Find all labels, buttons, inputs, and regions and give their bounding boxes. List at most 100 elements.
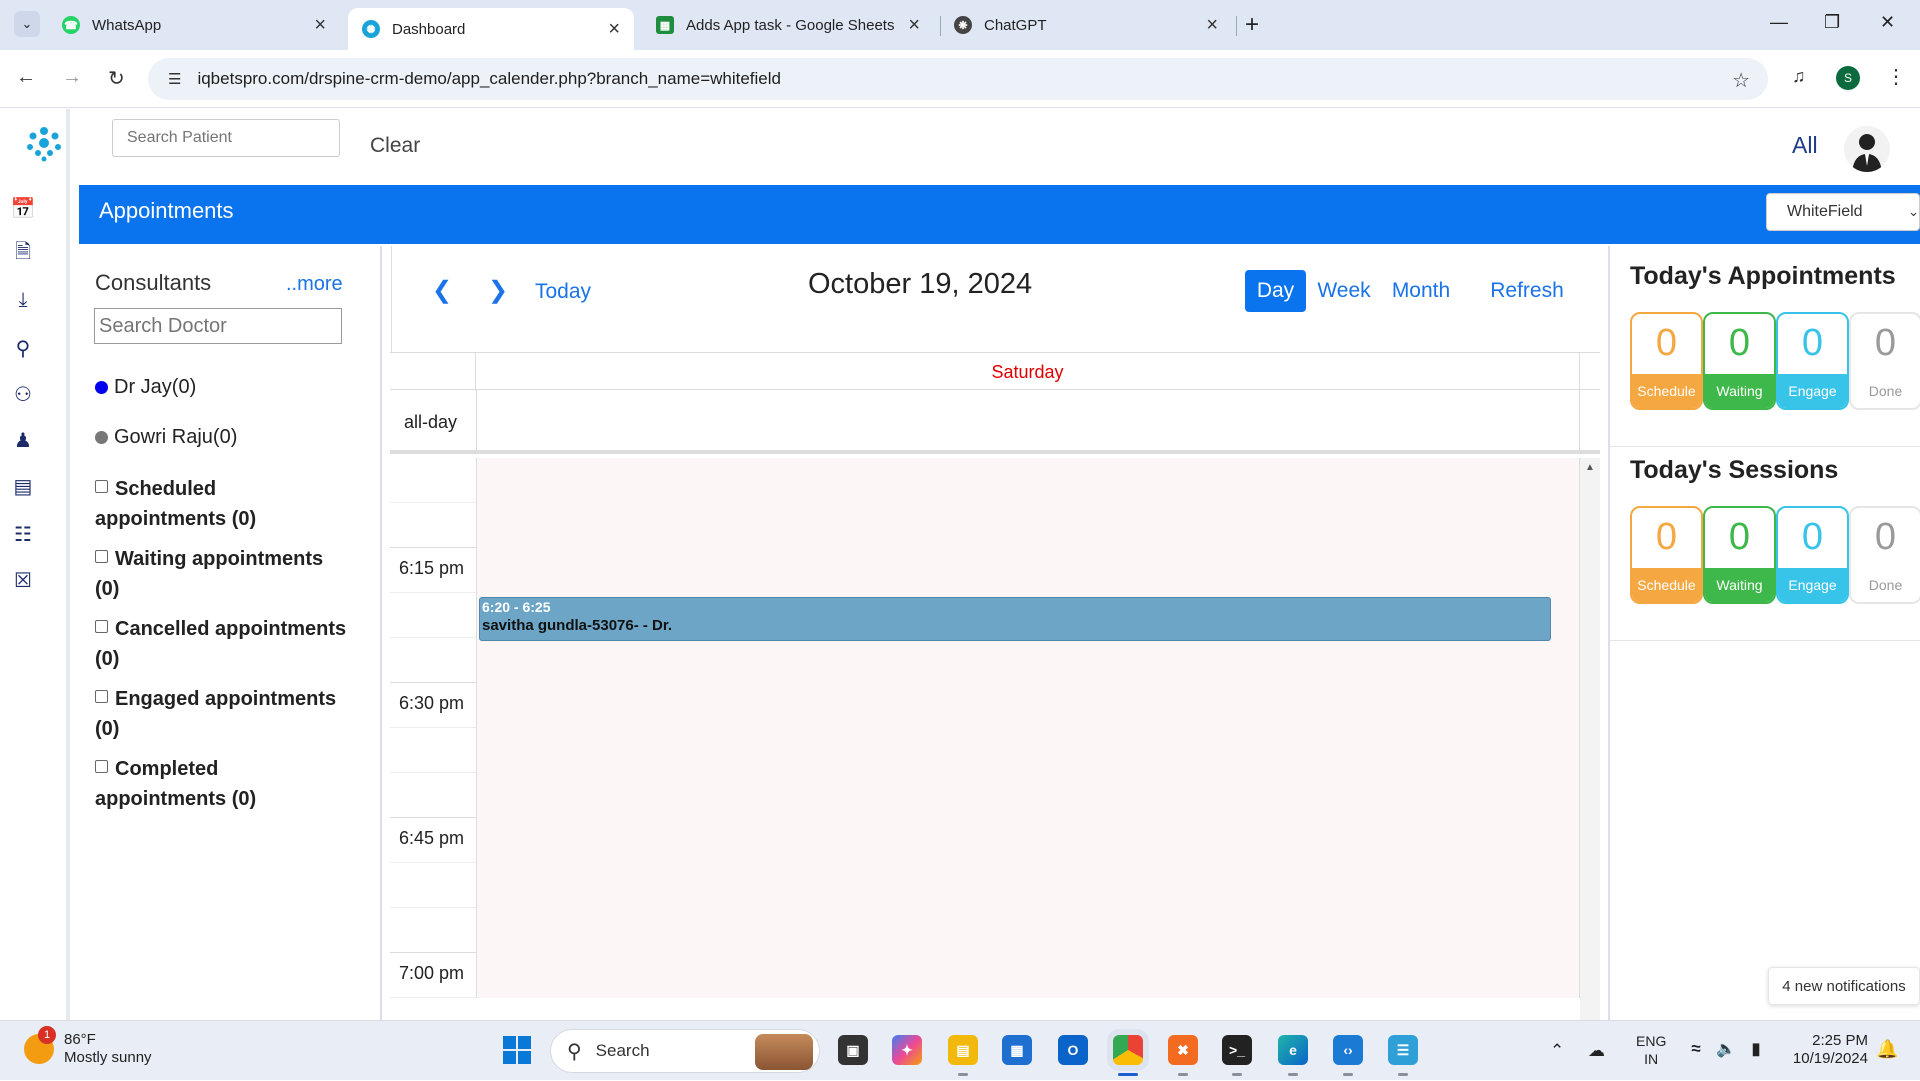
close-tab-icon[interactable]: × <box>314 14 326 37</box>
view-day-button[interactable]: Day <box>1245 270 1306 312</box>
scroll-up-arrow-icon[interactable]: ▲ <box>1585 462 1595 473</box>
url-text[interactable]: iqbetspro.com/drspine-crm-demo/app_calen… <box>197 69 781 89</box>
filter-scheduled[interactable]: Scheduled appointments (0) <box>95 474 351 534</box>
minimize-icon[interactable]: — <box>1770 12 1788 33</box>
prev-arrow-icon[interactable]: ❮ <box>432 276 452 305</box>
view-week-button[interactable]: Week <box>1312 270 1376 312</box>
task-view-icon[interactable]: ▣ <box>838 1035 868 1065</box>
weather-widget[interactable]: 1 86°F Mostly sunny <box>24 1026 152 1067</box>
back-arrow-icon[interactable]: ← <box>16 66 36 89</box>
close-tab-icon[interactable]: × <box>1206 14 1218 37</box>
volume-icon[interactable]: 🔈 <box>1714 1037 1738 1061</box>
tab-whatsapp[interactable]: ☎ WhatsApp × <box>48 8 340 42</box>
stat-card-schedule[interactable]: 0 Schedule <box>1630 506 1703 604</box>
time-slot[interactable]: 6:30 pm <box>390 683 1580 728</box>
file-text-icon[interactable]: ▤ <box>12 475 34 498</box>
time-slot[interactable] <box>390 728 1580 773</box>
system-clock[interactable]: 2:25 PM 10/19/2024 <box>1786 1032 1868 1068</box>
clear-button[interactable]: Clear <box>370 134 420 158</box>
chrome-icon[interactable] <box>1113 1035 1143 1065</box>
calendar-scrollbar[interactable]: ▲ <box>1580 458 1600 1020</box>
copilot-icon[interactable]: ✦ <box>892 1035 922 1065</box>
restore-icon[interactable]: ❐ <box>1824 12 1840 33</box>
media-controls-icon[interactable]: ♫ <box>1792 66 1806 87</box>
all-day-cell[interactable] <box>476 390 1580 450</box>
doctor-item[interactable]: Dr Jay(0) <box>95 376 196 399</box>
time-slot[interactable] <box>390 773 1580 818</box>
time-slot[interactable] <box>390 863 1580 908</box>
tab-search-button[interactable]: ⌄ <box>14 11 40 37</box>
time-slot[interactable]: 6:15 pm <box>390 548 1580 593</box>
stat-card-done[interactable]: 0 Done <box>1849 312 1920 410</box>
notepad-icon[interactable]: ☰ <box>1388 1035 1418 1065</box>
checkbox[interactable] <box>95 760 108 773</box>
appointment-event[interactable]: 6:20 - 6:25 savitha gundla-53076- - Dr. <box>479 597 1551 641</box>
location-pin-icon[interactable]: ⚲ <box>12 337 34 360</box>
stat-card-engage[interactable]: 0 Engage <box>1776 506 1849 604</box>
reload-icon[interactable]: ↻ <box>108 66 125 91</box>
user-avatar[interactable] <box>1844 126 1890 172</box>
stat-card-done[interactable]: 0 Done <box>1849 506 1920 604</box>
forward-arrow-icon[interactable]: → <box>62 66 82 89</box>
refresh-button[interactable]: Refresh <box>1484 270 1570 312</box>
onedrive-icon[interactable]: ☁ <box>1588 1041 1605 1061</box>
new-tab-button[interactable]: + <box>1245 11 1259 39</box>
bookmark-star-icon[interactable]: ☆ <box>1732 68 1750 93</box>
filter-engaged[interactable]: Engaged appointments (0) <box>95 684 351 744</box>
stat-card-waiting[interactable]: 0 Waiting <box>1703 506 1776 604</box>
stat-card-engage[interactable]: 0 Engage <box>1776 312 1849 410</box>
next-arrow-icon[interactable]: ❯ <box>488 276 508 305</box>
notification-bell-icon[interactable]: 🔔 <box>1876 1039 1898 1060</box>
site-info-icon[interactable]: ☰ <box>168 70 181 88</box>
search-patient-input[interactable] <box>112 119 340 157</box>
view-month-button[interactable]: Month <box>1384 270 1458 312</box>
close-tab-icon[interactable]: × <box>608 18 620 41</box>
checkbox[interactable] <box>95 620 108 633</box>
receipt-icon[interactable]: ☷ <box>12 523 34 546</box>
profile-avatar[interactable]: S <box>1836 66 1860 90</box>
windows-start-icon[interactable] <box>503 1036 531 1064</box>
filter-waiting[interactable]: Waiting appointments (0) <box>95 544 351 604</box>
search-doctor-input[interactable] <box>94 308 342 344</box>
tray-chevron-up-icon[interactable]: ⌃ <box>1550 1041 1564 1061</box>
vscode-icon[interactable]: ‹› <box>1333 1035 1363 1065</box>
address-bar[interactable]: ☰ iqbetspro.com/drspine-crm-demo/app_cal… <box>148 58 1768 100</box>
filter-all-label[interactable]: All <box>1792 132 1818 159</box>
battery-icon[interactable]: ▮ <box>1744 1037 1768 1061</box>
calendar-icon[interactable]: 📅 <box>11 197 36 220</box>
time-slot[interactable] <box>390 458 1580 503</box>
excel-file-icon[interactable]: ☒ <box>12 569 34 592</box>
outlook-icon[interactable]: O <box>1058 1035 1088 1065</box>
terminal-icon[interactable]: >_ <box>1222 1035 1252 1065</box>
checkbox[interactable] <box>95 550 108 563</box>
edge-icon[interactable]: e <box>1278 1035 1308 1065</box>
time-slot[interactable] <box>390 638 1580 683</box>
wifi-icon[interactable]: ≈ <box>1684 1037 1708 1061</box>
notifications-toast[interactable]: 4 new notifications <box>1768 967 1920 1005</box>
tab-google-sheets[interactable]: ▦ Adds App task - Google Sheets × <box>642 8 934 42</box>
file-explorer-icon[interactable]: ▤ <box>948 1035 978 1065</box>
users-group-icon[interactable]: ⚇ <box>12 383 34 406</box>
time-slot[interactable] <box>390 503 1580 548</box>
time-slot[interactable]: 7:00 pm <box>390 953 1580 998</box>
stat-card-waiting[interactable]: 0 Waiting <box>1703 312 1776 410</box>
checkbox[interactable] <box>95 480 108 493</box>
checkbox[interactable] <box>95 690 108 703</box>
tab-chatgpt[interactable]: ❋ ChatGPT × <box>940 8 1232 42</box>
app-logo[interactable] <box>24 123 64 163</box>
more-consultants-link[interactable]: ..more <box>286 273 343 296</box>
browser-menu-icon[interactable]: ⋮ <box>1886 64 1906 89</box>
user-icon[interactable]: ♟ <box>12 429 34 452</box>
taskbar-search[interactable]: ⚲ Search <box>550 1029 820 1073</box>
doctor-item[interactable]: Gowri Raju(0) <box>95 426 237 449</box>
window-close-icon[interactable]: ✕ <box>1880 12 1895 33</box>
time-slot[interactable]: 6:45 pm <box>390 818 1580 863</box>
language-indicator[interactable]: ENG IN <box>1636 1032 1666 1068</box>
microsoft-store-icon[interactable]: ▦ <box>1002 1035 1032 1065</box>
time-slot[interactable] <box>390 908 1580 953</box>
tab-dashboard[interactable]: ✺ Dashboard × <box>348 8 634 50</box>
today-button[interactable]: Today <box>535 280 591 304</box>
download-icon[interactable]: ⤓ <box>12 289 34 311</box>
document-icon[interactable]: 🗎 <box>12 241 34 265</box>
close-tab-icon[interactable]: × <box>908 14 920 37</box>
